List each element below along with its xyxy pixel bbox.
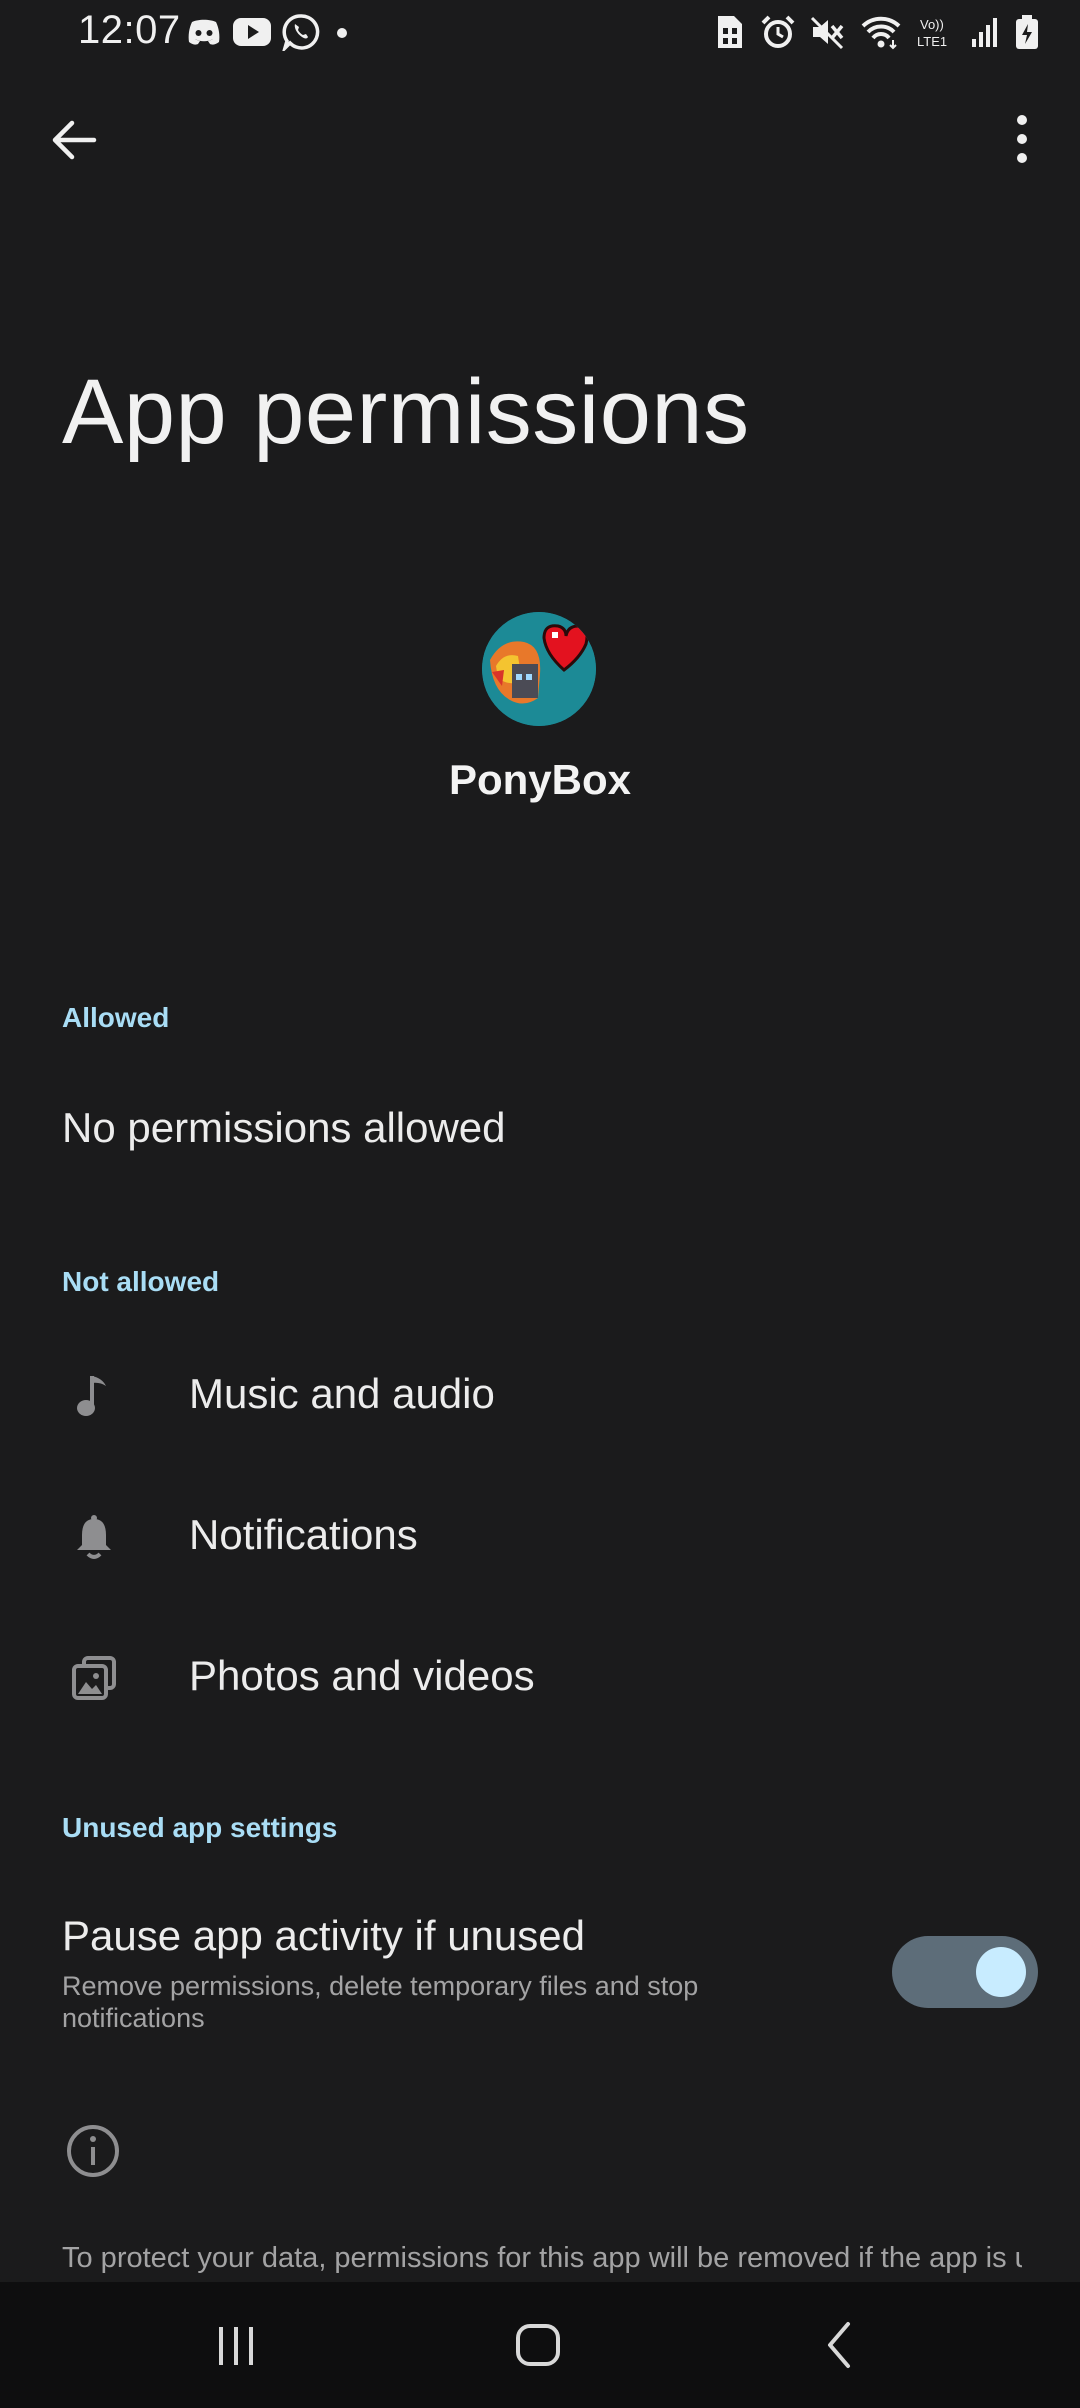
permission-item-photos-videos[interactable]: Photos and videos (0, 1604, 1080, 1744)
back-button[interactable] (44, 110, 104, 170)
permission-label: Music and audio (189, 1370, 495, 1417)
status-left-icons (186, 14, 354, 51)
app-icon-image (482, 612, 596, 726)
home-button[interactable] (503, 2310, 573, 2380)
nav-back-button[interactable] (806, 2310, 876, 2380)
svg-text:LTE1: LTE1 (917, 34, 947, 49)
signal-icon (972, 18, 997, 47)
discord-icon (188, 19, 220, 45)
nav-back-icon (828, 2322, 850, 2368)
app-name: PonyBox (448, 756, 632, 803)
sim-card-icon (718, 16, 742, 48)
status-time: 12:07 (78, 8, 181, 52)
bell-icon (77, 1515, 111, 1559)
alarm-icon (761, 15, 795, 48)
whatsapp-icon (282, 14, 320, 51)
youtube-icon (233, 18, 271, 46)
app-icon (482, 612, 596, 726)
navigation-bar (0, 2282, 1080, 2408)
mute-icon (810, 16, 844, 50)
recents-icon (219, 2327, 253, 2365)
permission-label: Photos and videos (189, 1652, 535, 1699)
info-icon (67, 2125, 119, 2177)
permission-label: Notifications (189, 1511, 418, 1558)
recents-button[interactable] (201, 2310, 271, 2380)
pause-app-activity-description: Remove permissions, delete temporary fil… (62, 1971, 699, 2033)
home-icon (516, 2324, 560, 2366)
svg-text:Vo)): Vo)) (920, 17, 944, 32)
toggle-knob (976, 1947, 1026, 1997)
dot-icon (337, 28, 347, 38)
status-right-icons: Vo)) LTE1 (714, 12, 1040, 52)
pause-app-activity-toggle[interactable] (892, 1936, 1038, 2008)
arrow-back-icon (52, 120, 97, 160)
music-note-icon (77, 1376, 106, 1416)
section-header-unused-app-settings: Unused app settings (62, 1812, 338, 1843)
no-permissions-text: No permissions allowed (62, 1104, 506, 1151)
status-bar: 12:07 Vo)) LTE1 (0, 0, 1080, 64)
footer-info-text: To protect your data, permissions for th… (62, 2242, 1022, 2274)
more-options-button[interactable] (996, 108, 1048, 172)
battery-icon (1016, 15, 1038, 49)
permission-item-music-audio[interactable]: Music and audio (0, 1322, 1080, 1462)
pause-app-activity-title[interactable]: Pause app activity if unused (62, 1912, 585, 1960)
section-header-allowed: Allowed (62, 1002, 170, 1033)
photos-icon (72, 1656, 116, 1700)
more-vert-icon (1017, 115, 1027, 163)
volte-icon: Vo)) LTE1 (917, 17, 947, 49)
permission-item-notifications[interactable]: Notifications (0, 1463, 1080, 1603)
section-header-not-allowed: Not allowed (62, 1266, 220, 1297)
wifi-icon (861, 16, 901, 50)
page-title: App permissions (62, 361, 750, 463)
